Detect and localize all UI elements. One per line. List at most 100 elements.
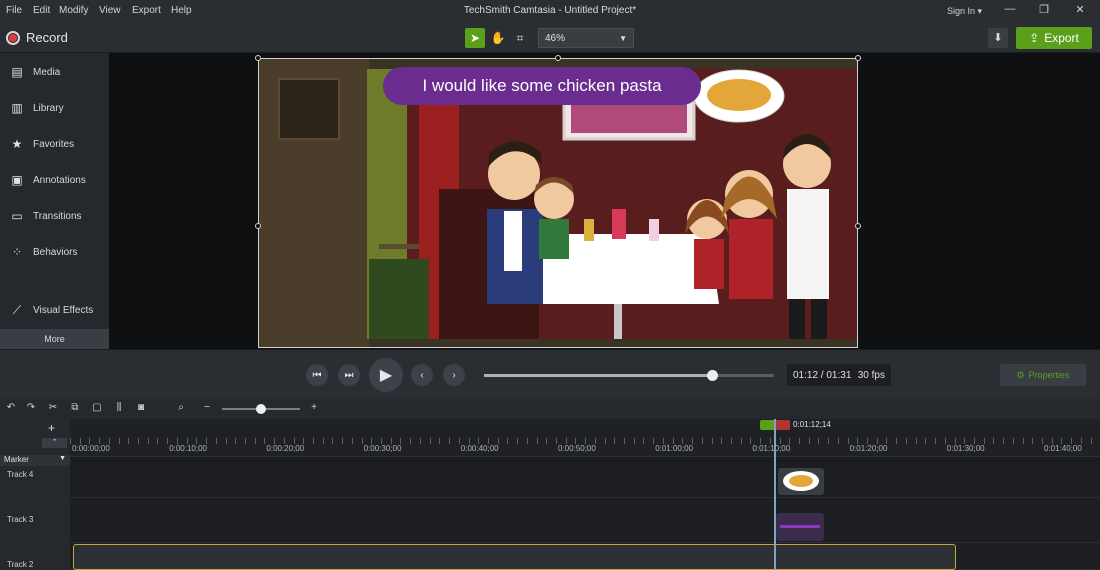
step-forward-icon[interactable]: ⏭ (338, 364, 360, 386)
step-back-icon[interactable]: ⏮ (306, 364, 328, 386)
previous-icon[interactable]: ‹ (411, 364, 433, 386)
fps-readout: 30 fps (857, 369, 885, 381)
sidebar-item-media[interactable]: ▤ Media (0, 57, 109, 87)
playback-scrubber[interactable] (484, 370, 774, 381)
marker-row[interactable]: Marker ▼ (0, 455, 70, 466)
snapshot-icon[interactable]: ◙ (134, 402, 148, 413)
timeline-ruler[interactable]: 0:00:00;00 0:00:10;00 0:00:20;00 0:00:30;00… (70, 419, 1100, 457)
ruler-tick-mark (225, 438, 227, 444)
sidebar-item-favorites[interactable]: ★ Favorites (0, 129, 109, 159)
record-label: Record (26, 30, 68, 45)
copy-icon[interactable]: ⧉ (68, 402, 82, 413)
ruler-tick-label: 0:00:20;00 (266, 444, 305, 453)
crop-tool-icon[interactable]: ⌗ (510, 28, 530, 48)
ruler-tick-mark (779, 438, 781, 444)
zoom-in-icon[interactable]: + (307, 402, 321, 413)
chevron-down-icon: ▼ (619, 34, 627, 43)
ruler-tick-mark (449, 438, 451, 444)
ruler-tick-mark (915, 438, 917, 444)
download-icon[interactable]: ⬇ (988, 28, 1008, 48)
track-2[interactable] (70, 544, 1100, 570)
pointer-tool-icon[interactable]: ➤ (465, 28, 485, 48)
marker-label: Marker (4, 455, 29, 464)
callout-clip[interactable] (776, 513, 824, 541)
ruler-tick-mark (711, 438, 713, 444)
ruler-tick-mark (730, 438, 732, 444)
video-clip[interactable] (73, 544, 956, 570)
search-icon[interactable]: ⌕ (174, 402, 188, 413)
record-button[interactable]: Record (6, 30, 68, 45)
ruler-tick-label: 0:01:00;00 (655, 444, 693, 453)
track-3[interactable] (70, 499, 1100, 543)
sidebar-item-transitions[interactable]: ▭ Transitions (0, 201, 109, 231)
export-button[interactable]: ⇪ Export (1016, 27, 1092, 49)
resize-handle[interactable] (855, 223, 861, 229)
scrubber-knob[interactable] (706, 370, 718, 381)
playhead[interactable] (774, 419, 776, 570)
split-icon[interactable]: ⫼ (112, 402, 126, 413)
speech-bubble-caption[interactable]: I would like some chicken pasta (383, 67, 701, 105)
ruler-tick-mark (857, 438, 859, 444)
ruler-tick-mark (828, 438, 830, 444)
ruler-tick-mark (244, 438, 246, 444)
playhead-out-marker[interactable] (775, 420, 790, 430)
ruler-tick-mark (1080, 438, 1082, 444)
ruler-tick-mark (769, 438, 771, 444)
ruler-tick-mark (799, 438, 800, 444)
chevron-down-icon: ▼ (59, 455, 66, 462)
ruler-tick-mark (643, 438, 645, 444)
ruler-tick-mark (342, 438, 344, 444)
cut-icon[interactable]: ✂ (46, 402, 60, 413)
play-icon[interactable]: ▶ (369, 358, 403, 392)
undo-icon[interactable]: ↶ (4, 402, 18, 413)
resize-handle[interactable] (255, 223, 261, 229)
resize-handle[interactable] (555, 55, 561, 61)
more-button[interactable]: More (0, 329, 109, 349)
pasta-image-clip[interactable] (778, 468, 824, 495)
add-track-icon[interactable]: + (48, 421, 55, 435)
ruler-tick-mark (439, 438, 441, 444)
sidebar-item-label: Favorites (33, 138, 75, 150)
ruler-tick-mark (1003, 438, 1005, 444)
ruler-tick-mark (293, 438, 295, 444)
redo-icon[interactable]: ↷ (24, 402, 38, 413)
sidebar-item-library[interactable]: ▥ Library (0, 93, 109, 123)
properties-label: Properties (1028, 370, 1070, 380)
resize-handle[interactable] (255, 55, 261, 61)
sidebar-item-visual-effects[interactable]: ⟋ Visual Effects (0, 295, 109, 325)
ruler-tick-mark (672, 438, 674, 444)
paste-icon[interactable]: ▢ (90, 402, 104, 413)
restore-icon[interactable]: ❐ (1034, 3, 1054, 16)
ruler-tick-mark (1071, 438, 1073, 444)
ruler-tick-mark (186, 438, 188, 444)
sign-in-button[interactable]: Sign In ▾ (947, 6, 982, 17)
ruler-tick-mark (692, 438, 694, 444)
ruler-tick-mark (993, 438, 995, 444)
sidebar-item-label: Library (33, 102, 64, 114)
collapse-tracks-button[interactable]: ⌃ (42, 438, 67, 448)
ruler-tick-mark (896, 438, 898, 444)
ruler-tick-mark (196, 438, 198, 444)
next-icon[interactable]: › (443, 364, 465, 386)
sidebar-item-annotations[interactable]: ▣ Annotations (0, 165, 109, 195)
properties-button[interactable]: ⚙ Properties (1000, 364, 1086, 386)
ruler-tick-mark (614, 438, 616, 444)
zoom-out-icon[interactable]: − (200, 402, 214, 413)
minimize-icon[interactable]: — (1000, 3, 1020, 15)
ruler-tick-mark (876, 438, 878, 444)
timeline-zoom-slider[interactable] (222, 404, 300, 414)
ruler-tick-mark (721, 438, 723, 444)
ruler-tick-label: 0:00:10;00 (169, 444, 207, 453)
sidebar-item-behaviors[interactable]: ⁘ Behaviors (0, 237, 109, 267)
hand-tool-icon[interactable]: ✋ (488, 28, 508, 48)
ruler-tick-mark (313, 438, 314, 444)
sidebar-item-label: Visual Effects (33, 304, 94, 316)
close-icon[interactable]: ✕ (1070, 3, 1090, 16)
gear-icon: ⚙ (1016, 369, 1025, 380)
resize-handle[interactable] (855, 55, 861, 61)
zoom-select[interactable]: 46% ▼ (538, 28, 634, 48)
track-4[interactable] (70, 468, 1100, 498)
ruler-tick-mark (410, 438, 412, 444)
zoom-slider-knob[interactable] (256, 404, 266, 414)
ruler-tick-mark (468, 438, 470, 444)
